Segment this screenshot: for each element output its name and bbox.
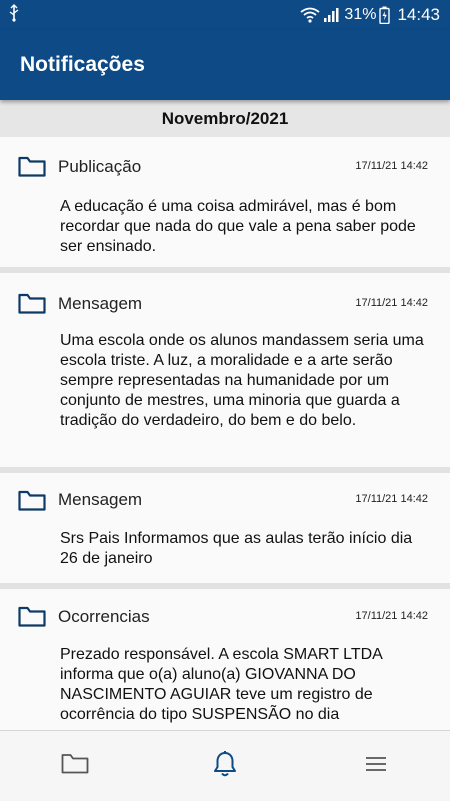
month-section-header: Novembro/2021 [0, 100, 450, 137]
notification-card[interactable]: Publicação 17/11/21 14:42 A educação é u… [0, 137, 450, 267]
nav-folder-button[interactable] [35, 731, 115, 801]
clock: 14:43 [397, 5, 440, 24]
folder-icon [18, 156, 46, 183]
notification-list[interactable]: Publicação 17/11/21 14:42 A educação é u… [0, 137, 450, 730]
usb-icon [8, 3, 20, 27]
folder-icon [61, 753, 89, 780]
menu-icon [365, 756, 387, 777]
notification-date: 17/11/21 14:42 [355, 160, 428, 172]
battery-charging-icon [379, 6, 391, 24]
folder-icon [18, 606, 46, 633]
signal-icon [323, 7, 339, 23]
nav-menu-button[interactable] [336, 731, 416, 801]
folder-icon [18, 490, 46, 517]
notification-card[interactable]: Mensagem 17/11/21 14:42 Srs Pais Informa… [0, 473, 450, 583]
bell-icon [212, 750, 238, 783]
notification-type: Mensagem [58, 294, 143, 313]
notification-body: Srs Pais Informamos que as aulas terão i… [60, 530, 413, 567]
notification-card[interactable]: Ocorrencias 17/11/21 14:42 Prezado respo… [0, 589, 450, 730]
notification-type: Publicação [58, 157, 142, 176]
folder-icon [18, 293, 46, 320]
status-bar: 31% 14:43 [0, 0, 450, 30]
notification-card[interactable]: Mensagem 17/11/21 14:42 Uma escola onde … [0, 273, 450, 467]
nav-notifications-button[interactable] [185, 731, 265, 801]
notification-type: Mensagem [58, 490, 143, 509]
notification-type: Ocorrencias [58, 607, 150, 626]
page-title: Notificações [20, 53, 145, 76]
notification-body: Prezado responsável. A escola SMART LTDA… [60, 646, 382, 723]
notification-body: Uma escola onde os alunos mandassem seri… [60, 332, 424, 429]
bottom-navigation [0, 730, 450, 800]
battery-percent: 31% [344, 6, 377, 23]
notification-date: 17/11/21 14:42 [355, 493, 428, 505]
notification-body: A educação é uma coisa admirável, mas é … [60, 198, 416, 255]
wifi-icon [300, 7, 320, 23]
notification-date: 17/11/21 14:42 [355, 297, 428, 309]
app-bar: Notificações [0, 30, 450, 100]
notification-date: 17/11/21 14:42 [355, 610, 428, 622]
